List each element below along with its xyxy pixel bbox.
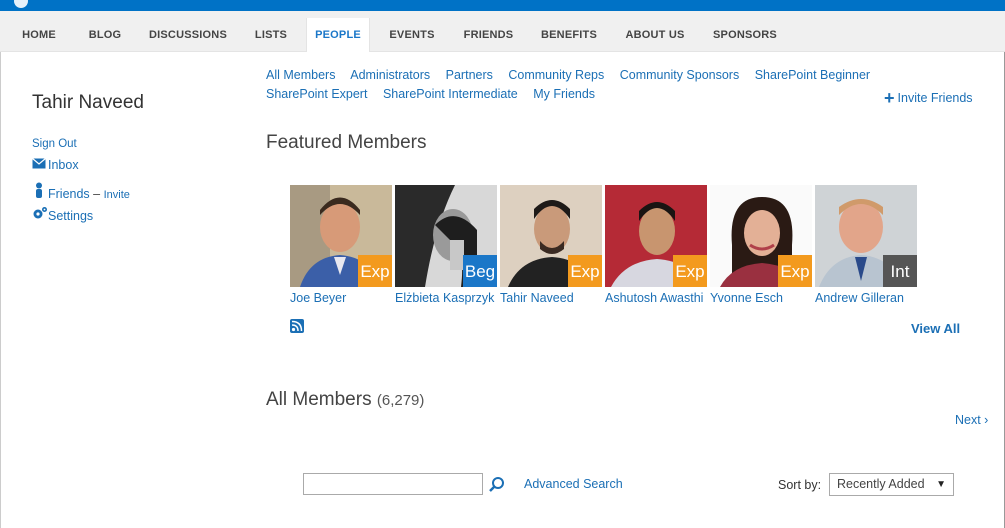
invite-friends-label: Invite Friends <box>897 91 973 105</box>
filter-community-sponsors[interactable]: Community Sponsors <box>620 68 740 82</box>
nav-item-home[interactable]: HOME <box>10 18 68 52</box>
member-photo[interactable]: Exp <box>500 185 602 287</box>
left-border <box>0 52 1 528</box>
inbox-link[interactable]: Inbox <box>32 158 79 172</box>
rss-icon[interactable] <box>290 319 304 333</box>
chevron-down-icon: ▼ <box>936 479 946 490</box>
nav-item-discussions[interactable]: DISCUSSIONS <box>143 18 233 52</box>
nav-item-people[interactable]: PEOPLE <box>306 18 370 52</box>
featured-members-title: Featured Members <box>266 132 427 153</box>
friends-label[interactable]: Friends <box>48 187 90 201</box>
featured-member-card[interactable]: Exp Tahir Naveed <box>500 185 602 305</box>
main-nav: HOME BLOG DISCUSSIONS LISTS PEOPLE EVENT… <box>0 11 1005 52</box>
featured-member-card[interactable]: Exp Joe Beyer <box>290 185 392 305</box>
featured-member-card[interactable]: Exp Yvonne Esch <box>710 185 812 305</box>
nav-item-blog[interactable]: BLOG <box>80 18 130 52</box>
member-level-badge: Exp <box>778 255 812 287</box>
envelope-icon <box>32 158 48 172</box>
nav-item-lists[interactable]: LISTS <box>247 18 295 52</box>
sign-out-link[interactable]: Sign Out <box>32 136 77 150</box>
view-all-link[interactable]: View All <box>911 321 960 336</box>
next-page-link[interactable]: Next › <box>955 413 988 427</box>
featured-member-card[interactable]: Int Andrew Gilleran <box>815 185 917 305</box>
friends-separator: – <box>93 187 101 201</box>
member-level-badge: Int <box>883 255 917 287</box>
plus-icon: + <box>884 88 895 108</box>
sort-select[interactable]: Recently Added ▼ <box>829 473 954 496</box>
filter-sharepoint-intermediate[interactable]: SharePoint Intermediate <box>383 87 518 101</box>
person-icon <box>32 182 48 201</box>
featured-member-card[interactable]: Exp Ashutosh Awasthi <box>605 185 707 305</box>
username: Tahir Naveed <box>32 92 144 113</box>
member-name[interactable]: Joe Beyer <box>290 291 346 305</box>
member-level-badge: Exp <box>673 255 707 287</box>
member-photo[interactable]: Exp <box>710 185 812 287</box>
inbox-label[interactable]: Inbox <box>48 158 79 172</box>
member-name[interactable]: Tahir Naveed <box>500 291 574 305</box>
invite-friends-button[interactable]: + Invite Friends <box>884 88 973 109</box>
member-name[interactable]: Yvonne Esch <box>710 291 783 305</box>
all-members-heading: All Members <box>266 389 372 410</box>
gear-icon <box>32 206 48 223</box>
search-icon[interactable] <box>488 476 506 494</box>
member-photo[interactable]: Exp <box>290 185 392 287</box>
invite-link[interactable]: Invite <box>104 189 130 201</box>
filter-all-members[interactable]: All Members <box>266 68 335 82</box>
filter-my-friends[interactable]: My Friends <box>533 87 595 101</box>
featured-member-card[interactable]: Beg Elżbieta Kasprzyk <box>395 185 497 305</box>
member-level-badge: Beg <box>463 255 497 287</box>
member-level-badge: Exp <box>358 255 392 287</box>
nav-item-friends[interactable]: FRIENDS <box>456 18 521 52</box>
settings-link[interactable]: Settings <box>32 206 93 223</box>
filter-administrators[interactable]: Administrators <box>350 68 430 82</box>
nav-item-events[interactable]: EVENTS <box>381 18 443 52</box>
member-filter-row-2: SharePoint Expert SharePoint Intermediat… <box>266 87 607 101</box>
member-photo[interactable]: Beg <box>395 185 497 287</box>
sort-selected-value: Recently Added <box>837 477 925 491</box>
all-members-title: All Members (6,279) <box>266 389 424 411</box>
member-name[interactable]: Elżbieta Kasprzyk <box>395 291 494 305</box>
filter-community-reps[interactable]: Community Reps <box>508 68 604 82</box>
member-count: (6,279) <box>376 392 425 409</box>
site-logo-icon[interactable] <box>14 0 28 8</box>
member-photo[interactable]: Exp <box>605 185 707 287</box>
nav-item-sponsors[interactable]: SPONSORS <box>706 18 784 52</box>
member-search-input[interactable] <box>303 473 483 495</box>
friends-link[interactable]: Friends – Invite <box>32 182 130 201</box>
nav-item-benefits[interactable]: BENEFITS <box>535 18 603 52</box>
advanced-search-link[interactable]: Advanced Search <box>524 477 623 491</box>
profile-name: Tahir Naveed <box>32 92 144 114</box>
site-header-bar <box>0 0 1005 11</box>
filter-sharepoint-expert[interactable]: SharePoint Expert <box>266 87 367 101</box>
sort-label: Sort by: <box>778 478 822 492</box>
member-name[interactable]: Ashutosh Awasthi <box>605 291 703 305</box>
sign-out-label[interactable]: Sign Out <box>32 138 77 150</box>
member-name[interactable]: Andrew Gilleran <box>815 291 904 305</box>
filter-partners[interactable]: Partners <box>446 68 493 82</box>
filter-sharepoint-beginner[interactable]: SharePoint Beginner <box>755 68 870 82</box>
member-filter-row-1: All Members Administrators Partners Comm… <box>266 68 882 82</box>
nav-item-about-us[interactable]: ABOUT US <box>618 18 692 52</box>
settings-label[interactable]: Settings <box>48 209 93 223</box>
member-photo[interactable]: Int <box>815 185 917 287</box>
member-level-badge: Exp <box>568 255 602 287</box>
